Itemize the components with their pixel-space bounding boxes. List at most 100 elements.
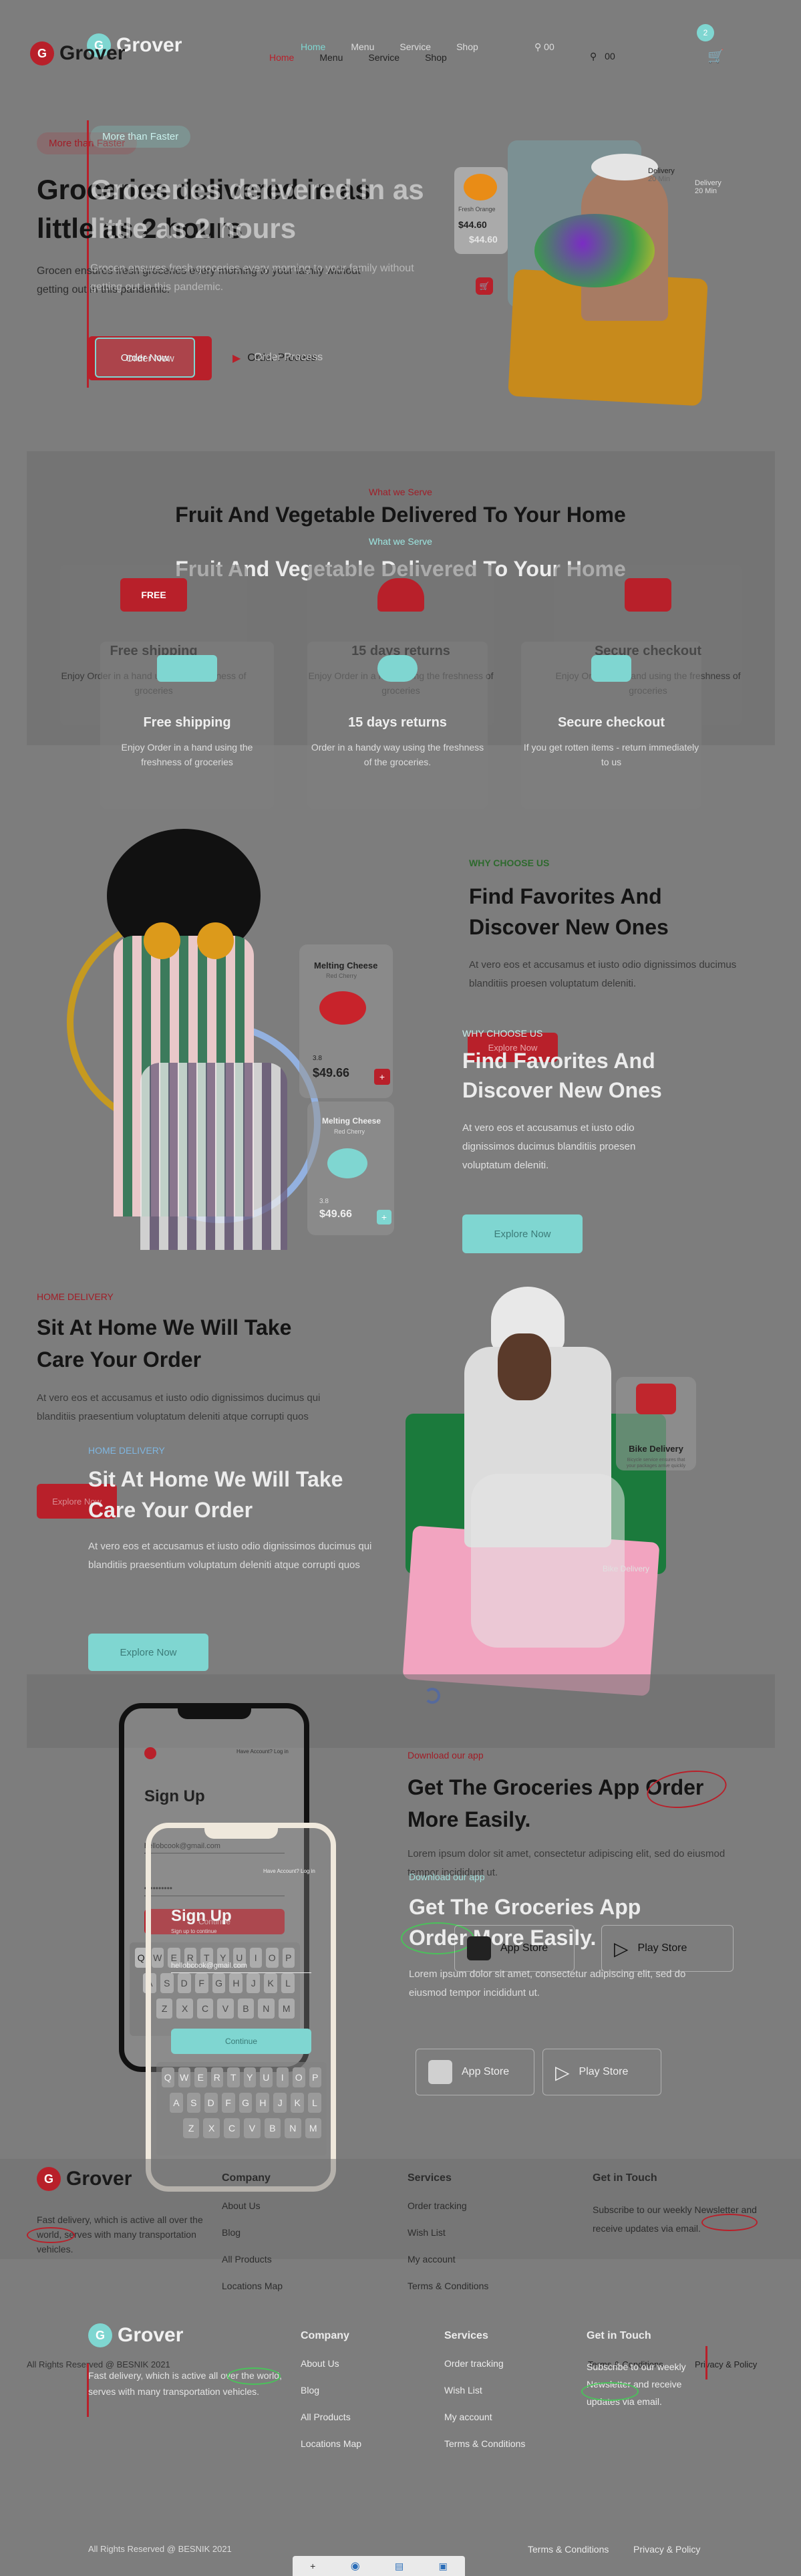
footer-link-terms[interactable]: Terms & Conditions [408, 2281, 488, 2291]
play-store-button-hidden[interactable]: ▷ Play Store [601, 1925, 734, 1972]
product-name: Melting Cheese [314, 960, 378, 971]
keyboard-key[interactable]: C [223, 2118, 241, 2138]
nav-service[interactable]: Service [368, 52, 399, 63]
delivery-sub-ghost: 20 Min [695, 187, 717, 195]
continue-button-ghost[interactable]: Continue [171, 2029, 311, 2054]
footer-privacy[interactable]: Privacy & Policy [695, 2359, 757, 2369]
footer-link-about[interactable]: About Us [222, 2200, 283, 2211]
footer-link-wish-list-ghost[interactable]: Wish List [444, 2385, 525, 2396]
keyboard-key[interactable]: J [273, 2093, 287, 2113]
keyboard-key[interactable]: T [227, 2067, 240, 2087]
favorites-eyebrow-ghost: WHY CHOOSE US [462, 1028, 543, 1039]
explore-now-button[interactable]: Explore Now [462, 1214, 583, 1253]
footer-link-locations-ghost[interactable]: Locations Map [301, 2438, 361, 2449]
back-button[interactable] [144, 1747, 156, 1759]
footer-link-order-tracking[interactable]: Order tracking [408, 2200, 488, 2211]
keyboard-key[interactable]: V [244, 2118, 261, 2138]
bottom-toolbar: + ◉ ▤ ▣ [293, 2556, 465, 2576]
keyboard-key[interactable]: D [204, 2093, 218, 2113]
footer-link-products[interactable]: All Products [222, 2254, 283, 2265]
add-to-cart-button-ghost[interactable]: + [377, 1210, 391, 1225]
login-link-ghost[interactable]: Have Account? Log in [263, 1868, 315, 1874]
keyboard-key[interactable]: R [210, 2067, 223, 2087]
keyboard-key[interactable]: S [186, 2093, 200, 2113]
play-store-label: Play Store [579, 2066, 629, 2077]
search[interactable]: ⚲ 00 [590, 51, 615, 62]
footer-company-ghost: Company About Us Blog All Products Locat… [301, 2330, 361, 2465]
eye-icon[interactable]: ◉ [351, 2559, 360, 2573]
footer-link-products-ghost[interactable]: All Products [301, 2412, 361, 2422]
footer-link-wish-list[interactable]: Wish List [408, 2227, 488, 2238]
delivery-explore-button[interactable]: Explore Now [88, 1634, 208, 1671]
footer-terms-ghost[interactable]: Terms & Conditions [528, 2544, 609, 2555]
keyboard-key[interactable]: Q [162, 2067, 174, 2087]
keyboard-key[interactable]: H [256, 2093, 270, 2113]
footer-link-order-tracking-ghost[interactable]: Order tracking [444, 2358, 525, 2369]
add-icon[interactable]: + [310, 2561, 315, 2571]
logo[interactable]: G Grover [30, 41, 125, 66]
keyboard-key[interactable]: I [276, 2067, 289, 2087]
footer-logo-ghost[interactable]: G Grover [88, 2323, 183, 2347]
footer-link-account[interactable]: My account [408, 2254, 488, 2265]
app-title-line1-ghost: Get The Groceries App [409, 1895, 641, 1919]
lock-icon[interactable]: ▤ [395, 2561, 404, 2572]
newsletter-highlight-circle [701, 2214, 758, 2231]
order-now-button-ghost[interactable]: Order Now [95, 338, 195, 378]
keyboard-row-1-ghost: QWERTYUIOP [162, 2067, 321, 2087]
keyboard-key[interactable]: E [194, 2067, 207, 2087]
footer-services-title: Services [408, 2172, 452, 2184]
service-card-1-ghost: Free shipping Enjoy Order in a hand usin… [100, 642, 274, 809]
nav-menu[interactable]: Menu [319, 52, 343, 63]
money-hand-icon [377, 655, 418, 682]
footer-link-account-ghost[interactable]: My account [444, 2412, 525, 2422]
footer-link-about-ghost[interactable]: About Us [301, 2358, 361, 2369]
keyboard-key[interactable]: W [178, 2067, 190, 2087]
footer-link-blog-ghost[interactable]: Blog [301, 2385, 361, 2396]
app-store-button[interactable]: App Store [416, 2049, 534, 2095]
cart-icon[interactable]: 🛒 [707, 48, 724, 65]
keyboard-key[interactable]: L [308, 2093, 322, 2113]
favorites-title-line2-ghost: Discover New Ones [462, 1078, 662, 1102]
phone-mockup-ghost: Have Account? Log in Sign Up Sign up to … [146, 1823, 336, 2192]
keyboard-key[interactable]: Z [183, 2118, 200, 2138]
truck-icon: FREE [120, 578, 187, 612]
login-link[interactable]: Have Account? Log in [236, 1749, 289, 1755]
keyboard-key[interactable]: G [238, 2093, 253, 2113]
footer-brand-name: Grover [66, 2168, 132, 2190]
chat-checkout-icon [625, 578, 671, 612]
nav-home[interactable]: Home [269, 52, 294, 63]
add-to-cart-button[interactable]: + [374, 1069, 390, 1085]
cart-mini-button[interactable]: 🛒 [476, 277, 493, 295]
footer-link-locations[interactable]: Locations Map [222, 2281, 283, 2291]
search-count: 00 [605, 51, 615, 61]
signup-sub-ghost: Sign up to continue [171, 1928, 217, 1934]
signup-title-ghost: Sign Up [171, 1907, 232, 1925]
order-process-link-ghost[interactable]: Order Process [254, 352, 323, 364]
keyboard-key[interactable]: U [260, 2067, 273, 2087]
app-store-button-hidden[interactable]: App Store [454, 1925, 575, 1972]
header: G Grover Home Menu Service Shop ⚲ 00 🛒 [30, 41, 738, 68]
footer-logo[interactable]: G Grover [37, 2167, 132, 2191]
keyboard-key[interactable]: B [264, 2118, 281, 2138]
keyboard-key[interactable]: Y [243, 2067, 256, 2087]
footer-link-blog[interactable]: Blog [222, 2227, 283, 2238]
keyboard-key[interactable]: X [203, 2118, 220, 2138]
favorites-title-line1: Find Favorites And [469, 884, 662, 908]
nav-shop[interactable]: Shop [425, 52, 447, 63]
keyboard-key[interactable]: K [291, 2093, 305, 2113]
keyboard-key[interactable]: F [221, 2093, 235, 2113]
keyboard-key[interactable]: N [285, 2118, 301, 2138]
keyboard-key[interactable]: M [305, 2118, 321, 2138]
delivery-title-line2-ghost: Care Your Order [88, 1498, 253, 1522]
keyboard-key[interactable]: A [170, 2093, 183, 2113]
keyboard-key[interactable]: O [293, 2067, 305, 2087]
service-card-1-desc-ghost: Enjoy Order in a hand using the freshnes… [121, 742, 253, 767]
app-store-label: App Store [462, 2066, 510, 2077]
email-field-ghost[interactable]: hellobcook@gmail.com [171, 1962, 311, 1973]
keyboard-key[interactable]: P [309, 2067, 321, 2087]
layers-icon[interactable]: ▣ [439, 2561, 448, 2572]
footer-link-terms-ghost[interactable]: Terms & Conditions [444, 2438, 525, 2449]
play-store-button[interactable]: ▷ Play Store [542, 2049, 661, 2095]
keyboard-row-2-ghost: ASDFGHJKL [162, 2093, 322, 2113]
footer-privacy-ghost[interactable]: Privacy & Policy [633, 2544, 700, 2555]
